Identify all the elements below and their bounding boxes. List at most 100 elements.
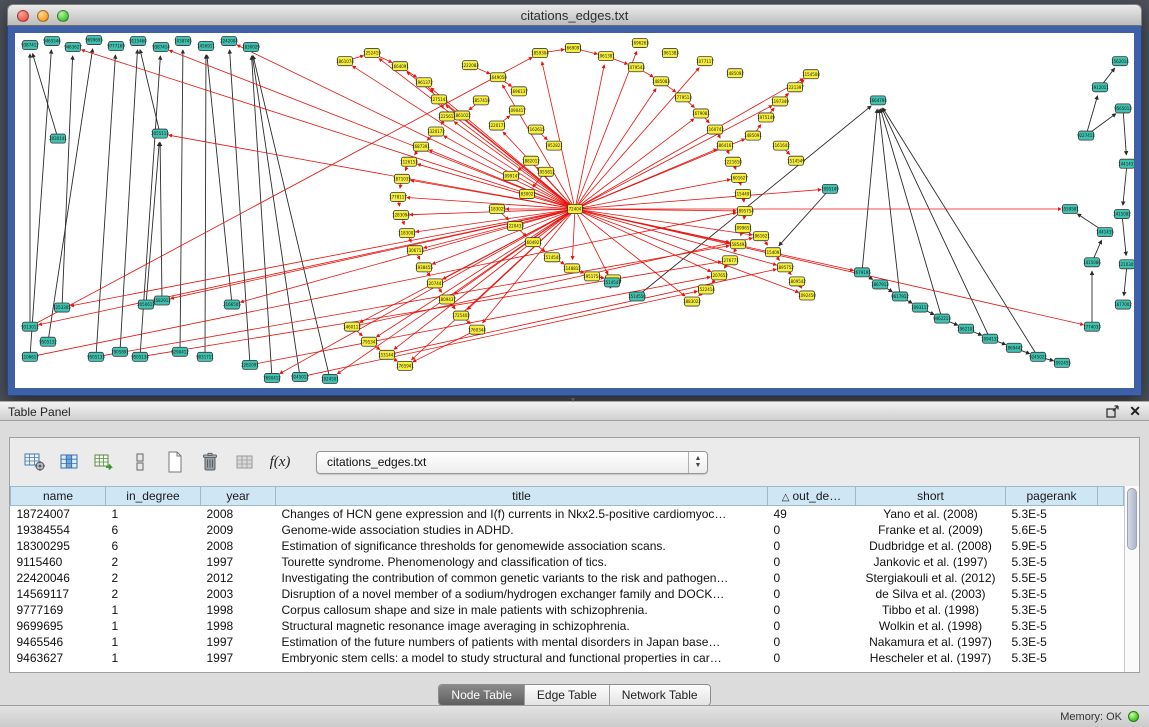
network-node[interactable]: 1485083 [652,77,670,86]
network-node[interactable]: 7905891 [111,347,129,356]
column-header-short[interactable]: short [856,487,1006,506]
network-node[interactable]: 1154491 [734,189,752,198]
network-node[interactable]: 1938455 [415,263,433,272]
network-node[interactable]: 1514547 [603,278,621,287]
network-node[interactable]: 1664794 [869,96,887,105]
network-node[interactable]: 2030141 [49,134,67,143]
citation-edge-black[interactable] [207,55,232,304]
network-node[interactable]: 1320172 [427,127,445,136]
network-node[interactable]: 1275141 [430,95,448,104]
network-node[interactable]: 1222083 [461,61,479,70]
citation-edge-red[interactable] [250,277,710,365]
citation-edge-red[interactable] [30,213,736,357]
network-node[interactable]: 1207441 [426,279,444,288]
network-node[interactable]: 1183025 [488,204,506,213]
network-node[interactable]: 1092450 [798,291,816,300]
network-node[interactable]: 2055113 [151,129,169,138]
network-node[interactable]: 1955812 [537,167,555,176]
network-node[interactable]: 1895752 [776,263,794,272]
citation-edge-black[interactable] [140,50,160,134]
citation-edge-red[interactable] [30,57,532,326]
rows-icon[interactable] [127,449,153,475]
network-node[interactable]: 1079543 [627,63,645,72]
network-node[interactable]: 1724047 [566,204,584,213]
network-node[interactable]: 1962101 [957,324,975,333]
citation-edge-red[interactable] [353,66,575,209]
network-node[interactable]: 1725402 [452,311,470,320]
citation-edge-black[interactable] [779,189,830,246]
column-header-title[interactable]: title [276,487,768,506]
table-row[interactable]: 977716911998Corpus callosum shape and si… [11,602,1124,618]
network-node[interactable]: 9777169 [107,42,125,51]
citation-edge-red[interactable] [300,291,697,377]
column-header-year[interactable]: year [201,487,276,506]
network-node[interactable]: 1859304 [531,49,549,58]
citation-edge-black[interactable] [883,108,1038,357]
network-node[interactable]: 9031711 [196,352,214,361]
network-node[interactable]: 9505133 [87,352,105,361]
citation-edge-black[interactable] [180,50,183,352]
column-header-pagerank[interactable]: pagerank [1006,487,1098,506]
network-node[interactable]: 1092455 [1053,358,1071,367]
table-selector-dropdown[interactable]: citations_edges.txt ▲▼ [316,451,708,474]
network-node[interactable]: 1514550 [628,292,646,301]
network-node[interactable]: 9313012 [21,322,39,331]
network-node[interactable]: 1864161 [716,141,734,150]
citation-edge-black[interactable] [252,56,300,377]
network-node[interactable]: 7690412 [263,373,281,382]
network-node[interactable]: 1220171 [488,121,506,130]
network-node[interactable]: 1161642 [772,141,790,150]
citation-edge-black[interactable] [33,54,58,139]
citation-edge-red[interactable] [575,209,776,265]
network-node[interactable]: 9387412 [21,41,39,50]
table-row[interactable]: 1938455462009Genome-wide association stu… [11,522,1124,538]
network-node[interactable]: 9465546 [43,37,61,46]
network-node[interactable]: 1867913 [871,280,889,289]
network-node[interactable]: 1276771 [721,256,739,265]
network-node[interactable]: 1522414 [697,285,715,294]
vertical-scrollbar[interactable] [1124,486,1139,672]
citation-edge-black[interactable] [1122,214,1126,255]
network-node[interactable]: 1162615 [527,125,545,134]
network-node[interactable]: 1961372 [415,78,433,87]
network-canvas[interactable]: 1724047186107412524191664091196137212751… [15,33,1134,388]
citation-edge-black[interactable] [1086,96,1097,136]
network-node[interactable]: 9463627 [64,43,82,52]
citation-edge-black[interactable] [1123,108,1126,154]
citation-edge-red[interactable] [575,68,699,209]
network-node[interactable]: 1441435 [1096,228,1114,237]
fx-function-button[interactable]: f(x) [267,449,293,475]
scrollbar-thumb[interactable] [1127,488,1137,550]
network-node[interactable]: 1883022 [683,297,701,306]
citation-edge-black[interactable] [205,55,206,357]
splitter-handle[interactable]: ▾ [565,396,581,403]
network-node[interactable]: 1765941 [396,361,414,370]
network-node[interactable]: 1601627 [730,173,748,182]
network-node[interactable]: 1154508 [802,70,820,79]
citation-edge-red[interactable] [575,179,730,208]
network-node[interactable]: 1210305 [1118,260,1134,269]
citation-edge-black[interactable] [160,143,162,301]
network-node[interactable]: 9245022 [1029,352,1047,361]
network-node[interactable]: 1485092 [726,69,744,78]
network-node[interactable]: 1604921 [524,238,542,247]
table-gear-icon[interactable] [22,449,48,475]
select-columns-icon[interactable] [57,449,83,475]
network-node[interactable]: 1679081 [692,109,710,118]
column-header-in_degree[interactable]: in_degree [106,487,201,506]
citation-edge-black[interactable] [862,109,877,272]
window-titlebar[interactable]: citations_edges.txt [7,4,1142,26]
network-node[interactable]: 9505134 [131,352,149,361]
network-node[interactable]: 1093117 [911,303,929,312]
network-node[interactable]: 1562014 [1111,57,1129,66]
network-node[interactable]: 1809542 [788,277,806,286]
citation-edge-black[interactable] [881,109,942,319]
citation-edge-red[interactable] [503,85,575,209]
network-node[interactable]: 1912011 [1091,83,1109,92]
network-node[interactable]: 1306713 [406,246,424,255]
new-file-icon[interactable] [162,449,188,475]
network-node[interactable]: 1830029 [242,43,260,52]
network-node[interactable]: 1869442 [1005,343,1023,352]
citation-edge-red[interactable] [454,122,575,209]
network-node[interactable]: 1585493 [729,240,747,249]
